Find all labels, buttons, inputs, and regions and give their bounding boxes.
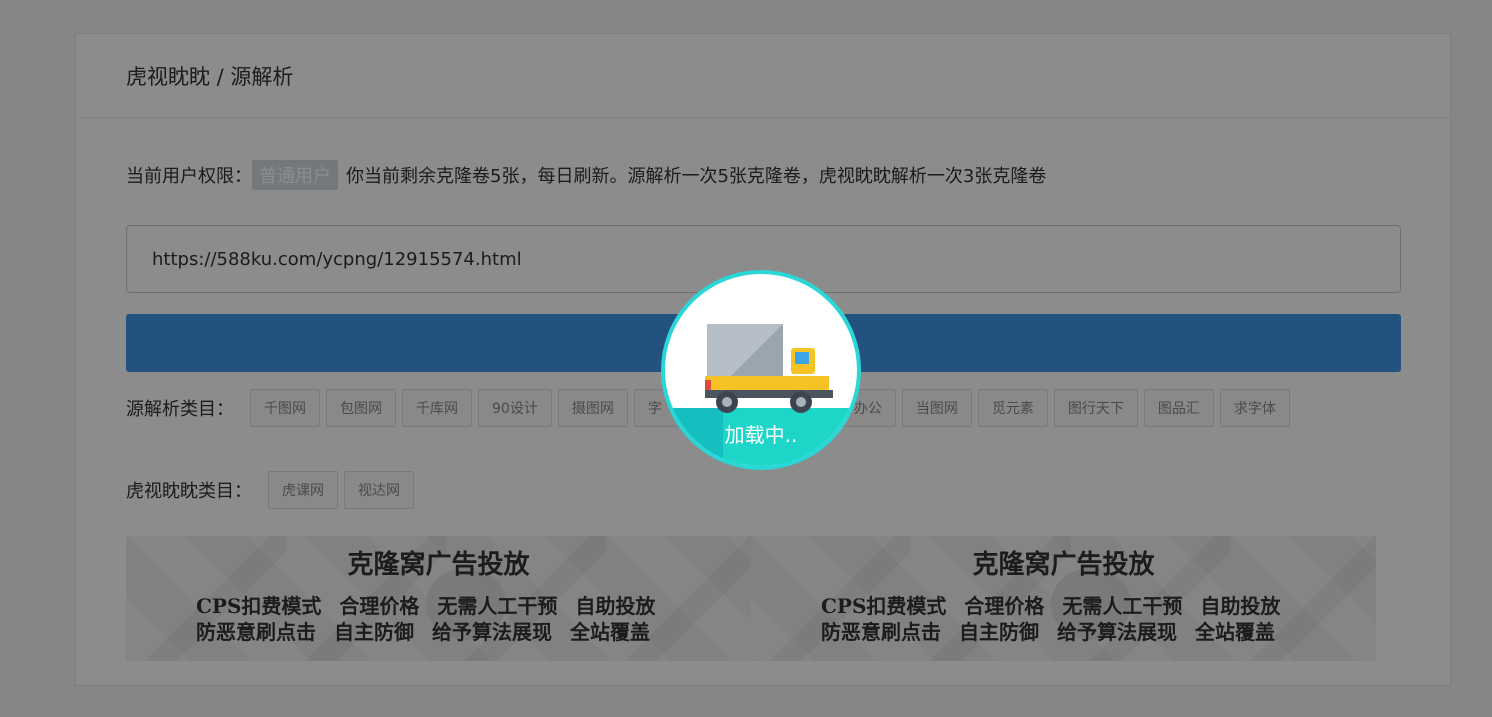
loading-text: 加载中.. — [724, 423, 798, 447]
truck-icon — [705, 324, 833, 413]
loading-indicator: 加载中.. — [661, 270, 861, 470]
